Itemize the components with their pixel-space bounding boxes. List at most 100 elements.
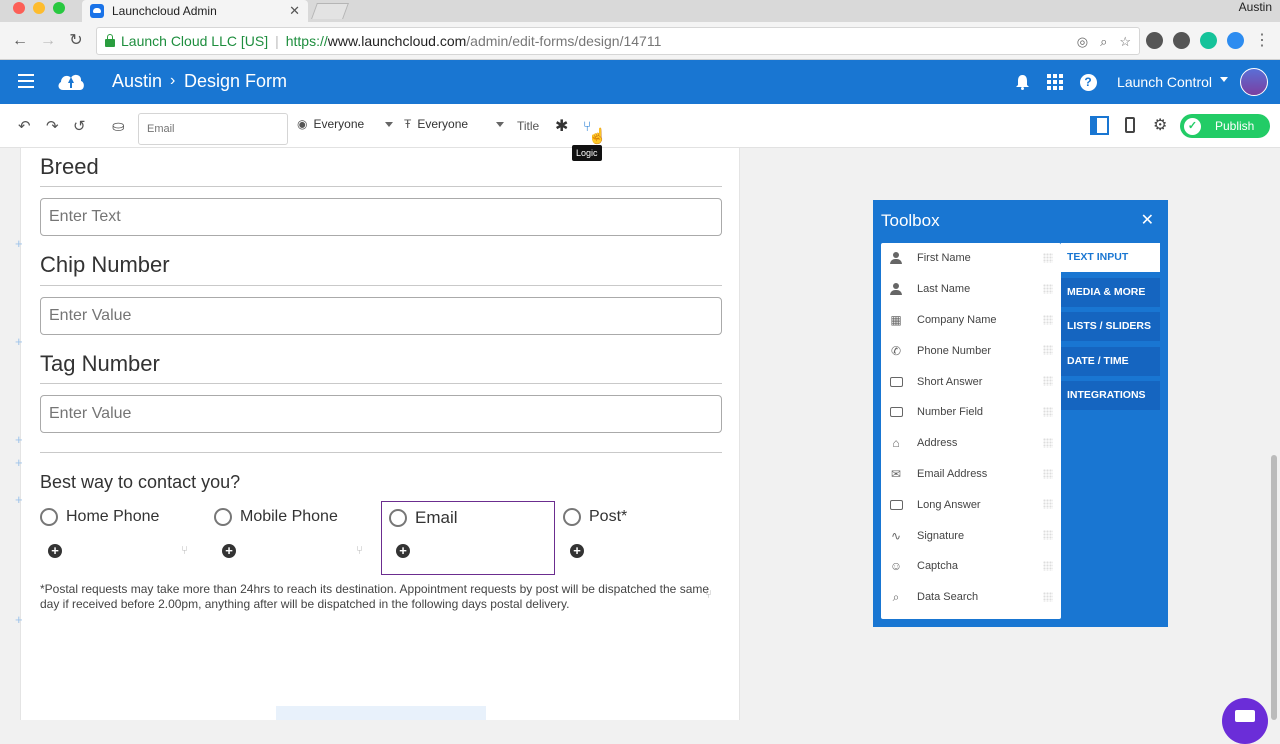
tab-close-icon[interactable]: ✕: [289, 3, 300, 19]
mobile-preview-icon[interactable]: [1125, 117, 1135, 133]
option-logic-icon[interactable]: ⑂: [181, 543, 188, 557]
drag-handle-icon[interactable]: [1043, 283, 1053, 294]
toolbox-item-first-name[interactable]: First Name: [881, 243, 1061, 274]
reset-icon[interactable]: ↺: [73, 117, 86, 135]
back-arrow-icon[interactable]: ←: [10, 31, 30, 51]
visibility-select-1[interactable]: ◉ Everyone: [297, 117, 393, 131]
drag-handle-icon[interactable]: [1043, 314, 1053, 325]
option-post[interactable]: Post*: [563, 508, 627, 526]
option-home-phone[interactable]: Home Phone: [40, 508, 159, 526]
drag-handle-icon[interactable]: [1043, 345, 1053, 356]
toolbox-item-short-answer[interactable]: Short Answer: [881, 366, 1061, 397]
close-icon[interactable]: ✕: [1141, 210, 1154, 230]
tab-text-input[interactable]: TEXT INPUT: [1061, 243, 1160, 272]
browser-profile-name[interactable]: Austin: [1239, 0, 1272, 14]
field-type-input[interactable]: [138, 113, 288, 145]
zoom-icon[interactable]: ⌕: [1100, 34, 1107, 50]
fill-color-icon[interactable]: ⛀: [112, 117, 125, 135]
gear-icon[interactable]: ⚙: [1153, 115, 1167, 135]
evernote-extension-icon[interactable]: [1146, 32, 1163, 49]
add-row-plus-icon[interactable]: +: [15, 334, 23, 349]
chat-widget-button[interactable]: [1222, 698, 1268, 744]
add-row-plus-icon[interactable]: +: [15, 432, 23, 447]
toolbox-item-long-answer[interactable]: Long Answer: [881, 489, 1061, 520]
drag-handle-icon[interactable]: [1043, 253, 1053, 263]
drag-handle-icon[interactable]: [1043, 499, 1053, 510]
option-logic-icon[interactable]: ⑂: [356, 543, 363, 557]
bell-icon[interactable]: [1012, 72, 1032, 92]
add-option-plus-icon[interactable]: +: [222, 544, 236, 558]
breed-input[interactable]: [40, 198, 722, 236]
radio-button[interactable]: [563, 508, 581, 526]
publish-button[interactable]: ✓ Publish: [1180, 114, 1270, 138]
desktop-layout-icon[interactable]: [1090, 116, 1109, 135]
drag-handle-icon[interactable]: [1043, 406, 1053, 417]
add-row-plus-icon[interactable]: +: [15, 612, 23, 627]
account-dropdown[interactable]: Launch Control: [1117, 74, 1228, 90]
mail-extension-icon[interactable]: [1173, 32, 1190, 49]
apps-grid-icon[interactable]: [1045, 72, 1065, 92]
option-email[interactable]: Email: [389, 508, 458, 528]
location-icon[interactable]: ◎: [1077, 34, 1088, 50]
tab-integrations[interactable]: INTEGRATIONS: [1061, 381, 1160, 410]
zoom-extension-icon[interactable]: [1227, 32, 1244, 49]
breadcrumb-root[interactable]: Austin: [112, 71, 162, 92]
window-close-button[interactable]: [13, 2, 25, 14]
chevron-down-icon: [385, 122, 393, 131]
tab-lists-sliders[interactable]: LISTS / SLIDERS: [1061, 312, 1160, 341]
browser-menu-icon[interactable]: ⋮: [1254, 32, 1270, 49]
help-icon[interactable]: ?: [1078, 72, 1098, 92]
forward-arrow-icon[interactable]: →: [38, 31, 58, 51]
window-maximize-button[interactable]: [53, 2, 65, 14]
chip-number-input[interactable]: [40, 297, 722, 335]
toolbox-item-signature[interactable]: ∿ Signature: [881, 520, 1061, 551]
radio-button[interactable]: [214, 508, 232, 526]
hamburger-menu-icon[interactable]: [18, 74, 34, 88]
chip-number-label: Chip Number: [40, 252, 170, 277]
drag-handle-icon[interactable]: [1043, 437, 1053, 448]
add-row-plus-icon[interactable]: +: [15, 455, 23, 470]
note-logic-icon[interactable]: ⑂: [705, 587, 712, 601]
add-row-plus-icon[interactable]: +: [15, 236, 23, 251]
launchcloud-logo-icon[interactable]: [56, 68, 86, 94]
bookmark-star-icon[interactable]: ☆: [1119, 34, 1131, 50]
new-tab-button[interactable]: [311, 3, 349, 19]
toolbox-item-number-field[interactable]: Number Field: [881, 397, 1061, 428]
toolbox-item-data-search[interactable]: ⌕ Data Search: [881, 582, 1061, 613]
tag-number-input[interactable]: [40, 395, 722, 433]
toolbox-item-address[interactable]: ⌂ Address: [881, 428, 1061, 459]
radio-button[interactable]: [40, 508, 58, 526]
page-scrollbar[interactable]: [1271, 455, 1277, 720]
browser-tab[interactable]: Launchcloud Admin ✕: [82, 0, 308, 22]
toolbox-item-last-name[interactable]: Last Name: [881, 274, 1061, 305]
add-option-plus-icon[interactable]: +: [396, 544, 410, 558]
required-star-icon[interactable]: ✱: [555, 116, 568, 136]
submit-button[interactable]: [276, 706, 486, 720]
title-toggle-button[interactable]: Title: [517, 119, 539, 133]
toolbox-item-phone-number[interactable]: ✆ Phone Number: [881, 335, 1061, 366]
tab-media-and-more[interactable]: MEDIA & MORE: [1061, 277, 1160, 307]
redo-icon[interactable]: ↷: [46, 117, 59, 135]
drag-handle-icon[interactable]: [1043, 530, 1053, 541]
window-minimize-button[interactable]: [33, 2, 45, 14]
toolbox-item-company-name[interactable]: ▦ Company Name: [881, 305, 1061, 336]
add-option-plus-icon[interactable]: +: [570, 544, 584, 558]
grammarly-extension-icon[interactable]: [1200, 32, 1217, 49]
option-mobile-phone[interactable]: Mobile Phone: [214, 508, 338, 526]
add-option-plus-icon[interactable]: +: [48, 544, 62, 558]
radio-button[interactable]: [389, 509, 407, 527]
visibility-select-2[interactable]: Ŧ Everyone: [404, 117, 504, 131]
add-row-plus-icon[interactable]: +: [15, 492, 23, 507]
drag-handle-icon[interactable]: [1043, 560, 1053, 571]
toolbox-item-email-address[interactable]: ✉ Email Address: [881, 459, 1061, 490]
reload-icon[interactable]: ↻: [66, 31, 86, 51]
list-item: Number Field: [917, 406, 984, 419]
address-bar[interactable]: Launch Cloud LLC [US] | https:// www.lau…: [96, 27, 1140, 55]
drag-handle-icon[interactable]: [1043, 591, 1053, 602]
toolbox-item-captcha[interactable]: ☺ Captcha: [881, 551, 1061, 582]
undo-icon[interactable]: ↶: [18, 117, 31, 135]
avatar[interactable]: [1240, 68, 1268, 96]
drag-handle-icon[interactable]: [1043, 468, 1053, 479]
tab-date-time[interactable]: DATE / TIME: [1061, 346, 1160, 376]
drag-handle-icon[interactable]: [1043, 376, 1053, 387]
